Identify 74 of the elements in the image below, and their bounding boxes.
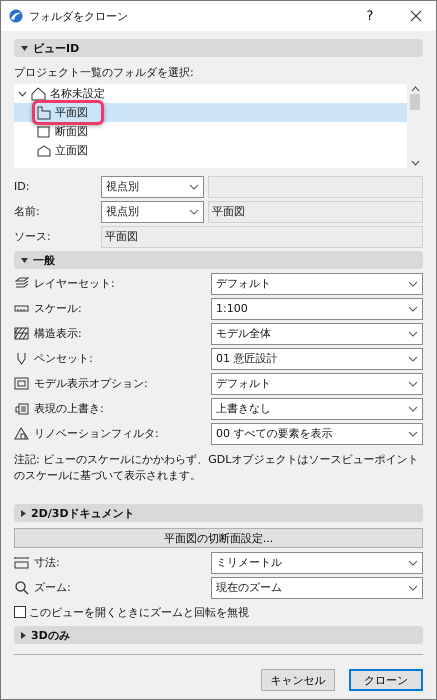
chevron-down-icon: [189, 208, 199, 214]
chevron-down-icon: [408, 356, 418, 362]
section-header[interactable]: 2D/3Dドキュメント: [14, 504, 423, 522]
id-field[interactable]: [208, 176, 423, 198]
dropdown[interactable]: デフォルト: [211, 372, 423, 394]
chevron-down-icon: [408, 430, 418, 436]
triangle-house-icon: [14, 426, 29, 441]
dropdown[interactable]: 視点別: [101, 200, 204, 222]
scroll-down-icon[interactable]: [410, 160, 420, 166]
setting-label: ペンセット:: [34, 351, 93, 366]
dimension-icon: [14, 555, 29, 570]
section-header[interactable]: ビューID: [14, 39, 423, 57]
name-field[interactable]: 平面図: [208, 200, 423, 222]
note-text: 注記: ビューのスケールにかかわらず、GDLオブジェクトはソースビューポイントのスケールに基づいて表示されます。: [14, 452, 420, 484]
setting-label: モデル表示オプション:: [34, 376, 148, 391]
setting-label: 寸法:: [34, 555, 60, 570]
tree-item[interactable]: 断面図: [14, 122, 407, 141]
setting-label: レイヤーセット:: [34, 276, 115, 291]
chevron-down-icon: [408, 380, 418, 386]
dialog-button[interactable]: クローン: [349, 669, 423, 691]
section-icon: [36, 124, 51, 139]
chevron-down-icon: [189, 184, 199, 190]
checkbox-label: このビューを開くときにズームと回転を無視: [29, 604, 249, 620]
close-icon: [410, 10, 422, 22]
dropdown[interactable]: 現在のズーム: [211, 576, 423, 598]
tree-item[interactable]: 平面図: [14, 103, 407, 122]
folder-label: プロジェクト一覧のフォルダを選択:: [14, 65, 195, 80]
dropdown[interactable]: 00 すべての要素を表示: [211, 422, 423, 444]
expand-triangle-icon[interactable]: [21, 510, 26, 516]
setting-label: 表現の上書き:: [34, 401, 104, 416]
tree-item[interactable]: 名称未設定: [14, 84, 407, 103]
dropdown[interactable]: 01 意匠設計: [211, 348, 423, 370]
chevron-down-icon: [408, 560, 418, 566]
setting-label: リノベーションフィルタ:: [34, 426, 159, 441]
expand-triangle-icon[interactable]: [21, 632, 26, 638]
help-button[interactable]: ?: [350, 1, 390, 31]
chevron-down-icon[interactable]: [18, 90, 27, 96]
chevron-down-icon: [408, 330, 418, 336]
dropdown[interactable]: デフォルト: [211, 272, 423, 294]
section-header[interactable]: 3Dのみ: [14, 626, 423, 644]
elevation-icon: [36, 143, 51, 158]
scrollbar-thumb[interactable]: [410, 94, 420, 110]
floor-plan-icon: [36, 105, 51, 120]
chevron-down-icon: [408, 280, 418, 286]
cut-plane-settings-button[interactable]: 平面図の切断面設定...: [14, 528, 423, 548]
dropdown[interactable]: 視点別: [101, 176, 204, 198]
source-field: 平面図: [101, 226, 423, 248]
setting-label: スケール:: [34, 301, 82, 316]
stamp-icon: [14, 401, 29, 416]
frame-icon: [14, 376, 29, 391]
setting-label: ズーム:: [34, 580, 71, 595]
dropdown[interactable]: 上書きなし: [211, 398, 423, 420]
checkbox[interactable]: [14, 606, 26, 618]
source-label: ソース:: [14, 229, 51, 244]
chevron-down-icon: [408, 306, 418, 312]
app-logo-icon: [9, 9, 23, 23]
scroll-up-icon[interactable]: [410, 86, 420, 92]
setting-label: 構造表示:: [34, 326, 82, 341]
search-icon: [14, 580, 29, 595]
collapse-triangle-icon[interactable]: [21, 46, 28, 50]
chevron-down-icon: [408, 584, 418, 590]
id-label: ID:: [14, 180, 30, 193]
name-label: 名前:: [14, 204, 40, 219]
dropdown[interactable]: ミリメートル: [211, 552, 423, 574]
house-icon: [31, 86, 46, 101]
hatch-grid-icon: [14, 326, 29, 341]
section-header[interactable]: 一般: [14, 251, 423, 269]
tree-item[interactable]: 立面図: [14, 141, 407, 160]
collapse-triangle-icon[interactable]: [21, 258, 28, 262]
dropdown[interactable]: モデル全体: [211, 322, 423, 344]
chevron-down-icon: [408, 406, 418, 412]
dialog-button[interactable]: キャンセル: [261, 669, 335, 691]
dropdown[interactable]: 1:100: [211, 298, 423, 320]
window-title: フォルダをクローン: [29, 8, 129, 24]
